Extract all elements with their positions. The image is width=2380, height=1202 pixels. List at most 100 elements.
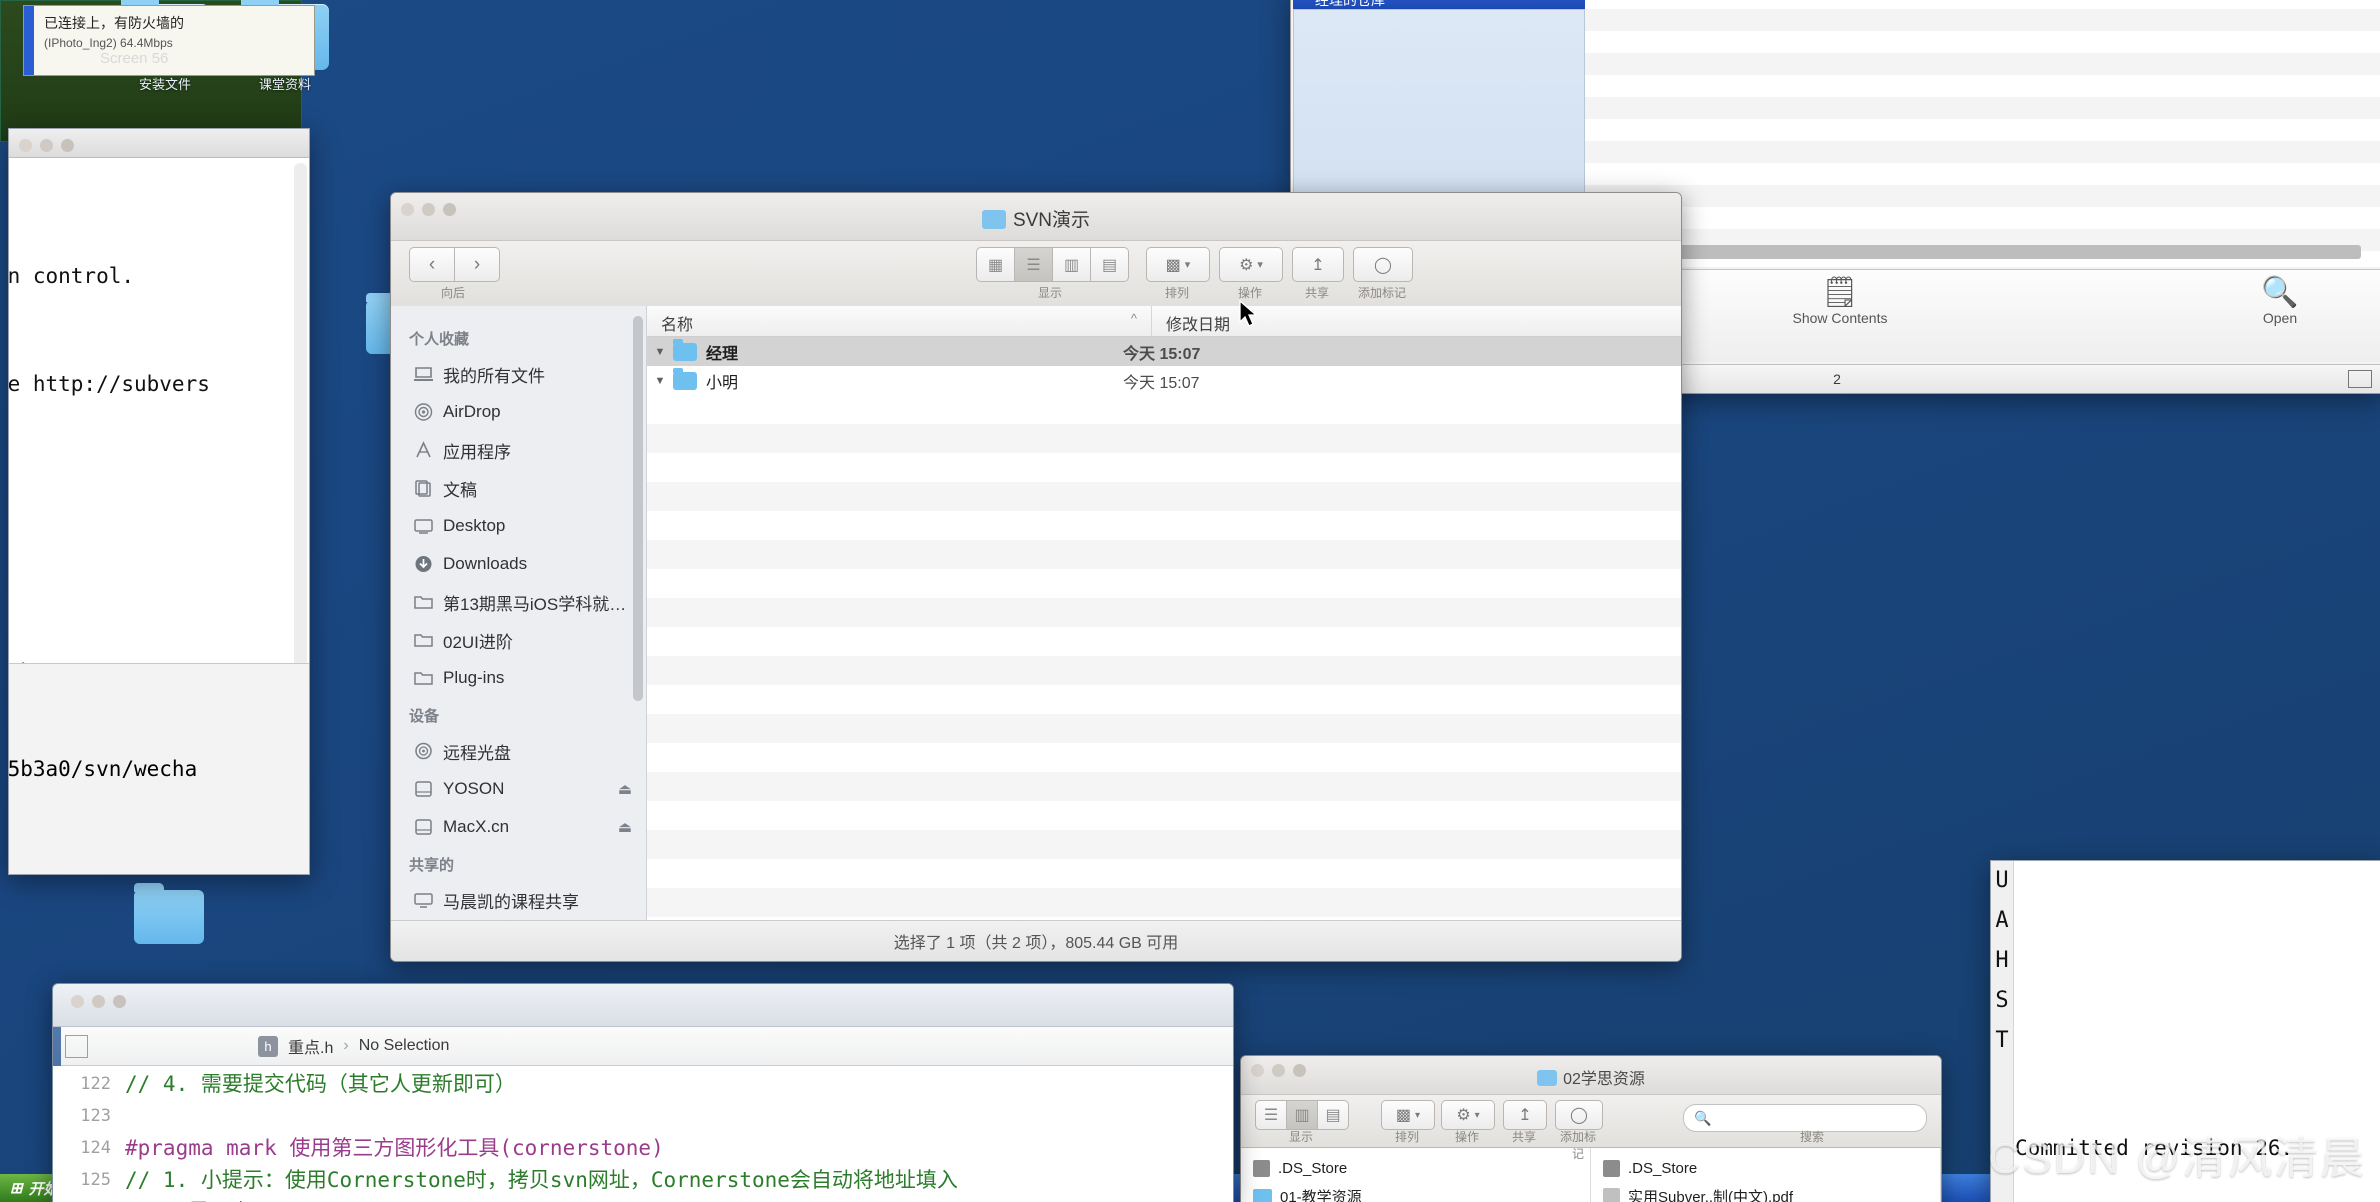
terminal-left-scrollbar[interactable] [294, 163, 307, 723]
vnc-stripe [1585, 31, 2380, 53]
finder-title: SVN演示 [391, 205, 1681, 232]
sidebar-item-applications[interactable]: 应用程序 [391, 431, 646, 469]
finder2-titlebar[interactable]: 02学思资源 [1241, 1056, 1941, 1095]
column-header-name-label: 名称 [661, 317, 694, 334]
column-view-icon[interactable]: ▥ [1287, 1100, 1318, 1130]
finder-titlebar[interactable]: SVN演示 [391, 193, 1681, 241]
sidebar-item-folder-heima[interactable]: 第13期黑马iOS学科就… [391, 583, 646, 621]
sidebar-item-downloads[interactable]: Downloads [391, 545, 646, 583]
sidebar-item-folder-plugins[interactable]: Plug-ins [391, 659, 646, 697]
coverflow-view-icon[interactable]: ▤ [1318, 1100, 1349, 1130]
finder-file-list[interactable]: 名称 ^ 修改日期 ▼ 经理 今天 15:07 ▼ 小明 今天 15:07 [647, 306, 1681, 961]
sidebar-item-macx[interactable]: MacX.cn ⏏ [391, 808, 646, 846]
list-item[interactable]: .DS_Store [1591, 1154, 1940, 1182]
forward-button[interactable]: › [455, 247, 500, 282]
sidebar-scrollbar[interactable] [633, 316, 643, 701]
arrange-button[interactable]: ▩ ▾ [1146, 247, 1210, 282]
file-list-header[interactable]: 名称 ^ 修改日期 [647, 306, 1681, 337]
disclosure-triangle-icon[interactable]: ▼ [647, 375, 673, 387]
finder2-action-button[interactable]: ⚙ ▾ [1441, 1100, 1495, 1130]
list-view-icon[interactable]: ☰ [1255, 1100, 1287, 1130]
gutter-letter: H [1995, 948, 2009, 973]
windows-xp-remote-view[interactable]: 已连接上，有防火墙的 (IPhoto_Ing2) 64.4Mbps Screen… [0, 0, 2380, 1202]
terminal-window-right[interactable]: U A H S T Committed revision 26. HMIOS:Q… [1990, 860, 2380, 1202]
vnc-stripe [1585, 97, 2380, 119]
terminal-left-titlebar[interactable] [9, 129, 309, 158]
xcode-selection-label[interactable]: No Selection [359, 1037, 450, 1055]
vnc-stripe [1585, 141, 2380, 163]
list-item[interactable]: .DS_Store [1241, 1154, 1590, 1182]
finder-window-resources[interactable]: 02学思资源 ☰ ▥ ▤ 显示 ▩ ▾ 排列 ⚙ ▾ 操作 ↥ 共享 ◯ 添加标… [1240, 1055, 1942, 1202]
grid-view-icon[interactable]: ▦ [976, 247, 1015, 282]
nav-buttons[interactable]: ‹ › [409, 247, 500, 282]
empty-row [647, 540, 1681, 569]
show-contents-label: Show Contents [1792, 310, 1888, 326]
open-button[interactable]: 🔍 Open [2205, 276, 2355, 326]
finder2-arrange-button[interactable]: ▩ ▾ [1381, 1100, 1435, 1130]
show-contents-button[interactable]: 🗒 Show Contents [1765, 276, 1915, 326]
tags-button[interactable]: ◯ [1353, 247, 1413, 282]
xcode-file-name[interactable]: 重点.h [288, 1034, 333, 1058]
minimize-button[interactable] [92, 995, 105, 1008]
finder2-share-button[interactable]: ↥ [1503, 1100, 1547, 1130]
finder-toolbar[interactable]: ‹ › 向后 ▦ ☰ ▥ ▤ 显示 ▩ ▾ 排列 ⚙ ▾ 操作 ↥ 共享 ◯ 添… [391, 241, 1681, 307]
eject-icon[interactable]: ⏏ [618, 780, 632, 798]
finder2-tags-button[interactable]: ◯ [1555, 1100, 1603, 1130]
sidebar-item-folder-02ui[interactable]: 02UI进阶 [391, 621, 646, 659]
zoom-button[interactable] [61, 139, 74, 152]
terminal-window-left[interactable]: rsion control. see http://subvers a.h f … [8, 128, 310, 875]
eject-icon[interactable]: ⏏ [618, 818, 632, 836]
xcode-window[interactable]: h 重点.h › No Selection 122 // 4. 需要提交代码（其… [52, 983, 1234, 1202]
finder2-column-1[interactable]: .DS_Store 01-教学资源 [1241, 1148, 1591, 1202]
column-header-date[interactable]: 修改日期 [1151, 306, 1681, 336]
sidebar-item-airdrop[interactable]: AirDrop [391, 393, 646, 431]
finder2-column-2[interactable]: .DS_Store 实用Subver..制(中文).pdf [1591, 1148, 1941, 1202]
desktop-folder-extra[interactable] [130, 883, 208, 944]
finder2-view-switcher[interactable]: ☰ ▥ ▤ [1255, 1100, 1349, 1130]
related-items-icon[interactable] [65, 1034, 88, 1058]
xcode-code-editor[interactable]: 122 // 4. 需要提交代码（其它人更新即可） 123 124 #pragm… [53, 1066, 1233, 1202]
vnc-horizontal-scrollbar[interactable] [1591, 245, 2361, 259]
sidebar-item-shared-mac[interactable]: 马晨凯的课程共享 [391, 881, 646, 919]
sidebar-item-label: MacX.cn [443, 817, 510, 836]
xcode-jump-bar[interactable]: h 重点.h › No Selection [53, 1027, 1233, 1066]
window-controls[interactable] [71, 995, 126, 1008]
view-mode-switcher[interactable]: ▦ ☰ ▥ ▤ [976, 247, 1129, 282]
xcode-titlebar[interactable] [53, 984, 1233, 1027]
share-button[interactable]: ↥ [1292, 247, 1344, 282]
share-icon: ↥ [1518, 1107, 1532, 1124]
action-button[interactable]: ⚙ ▾ [1219, 247, 1283, 282]
table-row[interactable]: ▼ 经理 今天 15:07 [647, 337, 1681, 366]
sidebar-item-remote-disc[interactable]: 远程光盘 [391, 732, 646, 770]
code-text: 界面内. [125, 1196, 264, 1202]
code-text: // 1. 小提示：使用Cornerstone时，拷贝svn网址，Corners… [125, 1168, 958, 1192]
window-controls[interactable] [19, 139, 74, 152]
sidebar-item-documents[interactable]: 文稿 [391, 469, 646, 507]
coverflow-view-icon[interactable]: ▤ [1091, 247, 1129, 282]
zoom-button[interactable] [113, 995, 126, 1008]
file-name: .DS_Store [1278, 1159, 1348, 1177]
sidebar-item-desktop[interactable]: Desktop [391, 507, 646, 545]
table-row[interactable]: ▼ 小明 今天 15:07 [647, 366, 1681, 395]
disclosure-triangle-icon[interactable]: ▼ [647, 346, 673, 358]
list-view-icon[interactable]: ☰ [1015, 247, 1053, 282]
terminal-line: see http://subvers [9, 372, 210, 396]
sidebar-item-yoson[interactable]: YOSON ⏏ [391, 770, 646, 808]
list-item[interactable]: 实用Subver..制(中文).pdf [1591, 1182, 1940, 1202]
terminal-left-footer: 32b05b3a0/svn/wecha [9, 663, 309, 874]
sidebar-item-all-files[interactable]: 我的所有文件 [391, 355, 646, 393]
finder-sidebar[interactable]: 个人收藏 我的所有文件 AirDrop 应用程序 文稿 Desktop Down… [391, 306, 647, 921]
back-button[interactable]: ‹ [409, 247, 455, 282]
finder-window-svn[interactable]: SVN演示 ‹ › 向后 ▦ ☰ ▥ ▤ 显示 ▩ ▾ 排列 ⚙ ▾ 操作 ↥ … [390, 192, 1682, 962]
vnc-right-pane[interactable] [1585, 0, 2380, 267]
column-view-icon[interactable]: ▥ [1053, 247, 1091, 282]
close-button[interactable] [19, 139, 32, 152]
finder2-toolbar[interactable]: ☰ ▥ ▤ 显示 ▩ ▾ 排列 ⚙ ▾ 操作 ↥ 共享 ◯ 添加标记 🔍 搜索 [1241, 1095, 1941, 1161]
close-button[interactable] [71, 995, 84, 1008]
column-header-name[interactable]: 名称 ^ [647, 306, 1151, 336]
empty-row [647, 830, 1681, 859]
empty-row [647, 743, 1681, 772]
minimize-button[interactable] [40, 139, 53, 152]
vnc-toolbar[interactable]: 🗒 Show Contents 🔍 Open [1585, 269, 2380, 362]
list-item[interactable]: 01-教学资源 [1241, 1182, 1590, 1202]
